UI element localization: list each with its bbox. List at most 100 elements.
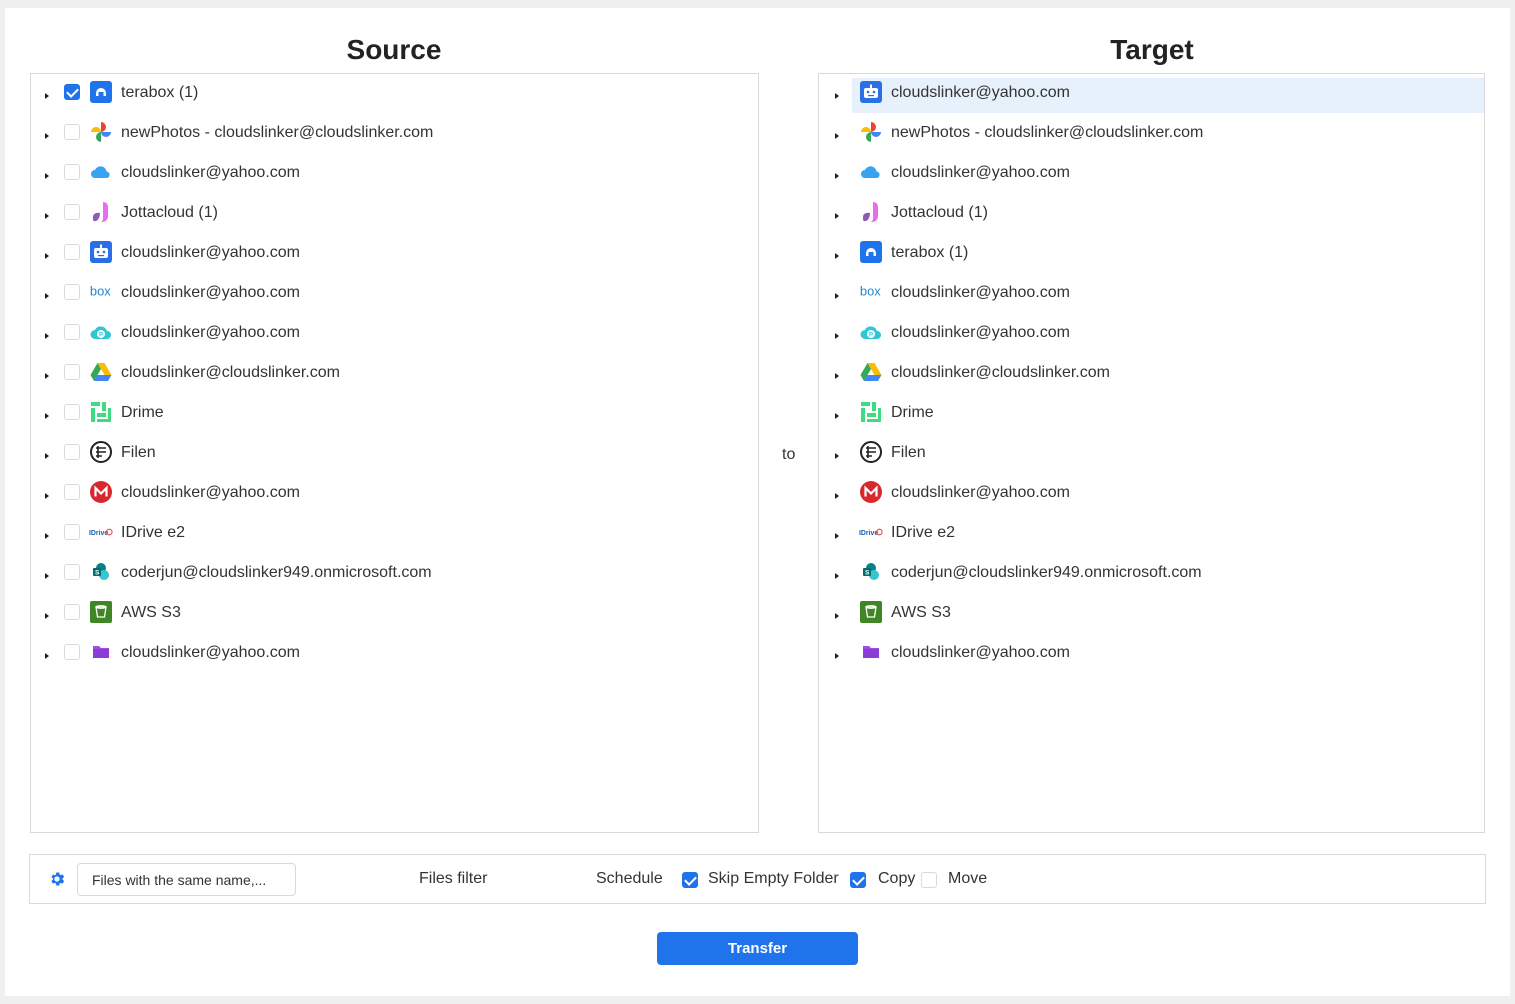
expand-caret-icon[interactable] (45, 173, 49, 179)
row-checkbox[interactable] (64, 164, 80, 180)
expand-caret-icon[interactable] (835, 133, 839, 139)
tree-row[interactable]: newPhotos - cloudslinker@cloudslinker.co… (819, 114, 1484, 152)
skip-empty-folder-checkbox[interactable] (682, 872, 698, 888)
transfer-button[interactable]: Transfer (657, 932, 858, 965)
row-label: cloudslinker@yahoo.com (891, 284, 1070, 301)
svg-text:P: P (869, 333, 873, 339)
expand-caret-icon[interactable] (45, 373, 49, 379)
row-checkbox[interactable] (64, 484, 80, 500)
expand-caret-icon[interactable] (45, 493, 49, 499)
tree-row[interactable]: box cloudslinker@yahoo.com (819, 274, 1484, 312)
to-label: to (782, 446, 796, 463)
row-label: cloudslinker@yahoo.com (121, 644, 300, 661)
google-drive-icon (859, 360, 883, 384)
expand-caret-icon[interactable] (45, 453, 49, 459)
tree-row[interactable]: Filen (819, 434, 1484, 472)
folder-icon (859, 640, 883, 664)
row-checkbox[interactable] (64, 524, 80, 540)
tree-row[interactable]: cloudslinker@yahoo.com (819, 634, 1484, 672)
expand-caret-icon[interactable] (45, 573, 49, 579)
tree-row[interactable]: cloudslinker@yahoo.com (31, 634, 758, 672)
tree-row[interactable]: cloudslinker@cloudslinker.com (31, 354, 758, 392)
expand-caret-icon[interactable] (835, 533, 839, 539)
tree-row[interactable]: IDrive IDrive e2 (819, 514, 1484, 552)
schedule-link[interactable]: Schedule (596, 870, 663, 888)
expand-caret-icon[interactable] (45, 293, 49, 299)
expand-caret-icon[interactable] (835, 333, 839, 339)
expand-caret-icon[interactable] (45, 133, 49, 139)
expand-caret-icon[interactable] (835, 213, 839, 219)
expand-caret-icon[interactable] (45, 413, 49, 419)
expand-caret-icon[interactable] (835, 253, 839, 259)
row-checkbox[interactable] (64, 444, 80, 460)
box-icon: box (859, 280, 883, 304)
tree-row[interactable]: Scoderjun@cloudslinker949.onmicrosoft.co… (31, 554, 758, 592)
row-checkbox[interactable] (64, 404, 80, 420)
idrive-icon: IDrive (89, 520, 113, 544)
target-tree: cloudslinker@yahoo.com newPhotos - clouds… (818, 73, 1485, 833)
files-filter-link[interactable]: Files filter (419, 870, 487, 888)
row-checkbox[interactable] (64, 84, 80, 100)
row-checkbox[interactable] (64, 204, 80, 220)
pcloud-icon: P (859, 320, 883, 344)
row-checkbox[interactable] (64, 604, 80, 620)
tree-row[interactable]: Jottacloud (1) (819, 194, 1484, 232)
expand-caret-icon[interactable] (835, 293, 839, 299)
google-drive-icon (89, 360, 113, 384)
expand-caret-icon[interactable] (45, 253, 49, 259)
tree-row[interactable]: box cloudslinker@yahoo.com (31, 274, 758, 312)
tree-row[interactable]: Drime (819, 394, 1484, 432)
expand-caret-icon[interactable] (835, 653, 839, 659)
tree-row[interactable]: Jottacloud (1) (31, 194, 758, 232)
tree-row[interactable]: terabox (1) (819, 234, 1484, 272)
tree-row[interactable]: IDrive IDrive e2 (31, 514, 758, 552)
tree-row[interactable]: cloudslinker@yahoo.com (819, 474, 1484, 512)
expand-caret-icon[interactable] (45, 533, 49, 539)
expand-caret-icon[interactable] (835, 613, 839, 619)
tree-row[interactable]: Pcloudslinker@yahoo.com (31, 314, 758, 352)
gear-icon[interactable] (48, 870, 66, 888)
copy-checkbox[interactable] (850, 872, 866, 888)
svg-text:box: box (860, 284, 881, 299)
row-checkbox[interactable] (64, 244, 80, 260)
row-checkbox[interactable] (64, 124, 80, 140)
expand-caret-icon[interactable] (835, 573, 839, 579)
tree-row[interactable]: Pcloudslinker@yahoo.com (819, 314, 1484, 352)
expand-caret-icon[interactable] (45, 333, 49, 339)
jottacloud-icon (89, 200, 113, 224)
tree-row[interactable]: AWS S3 (819, 594, 1484, 632)
row-checkbox[interactable] (64, 364, 80, 380)
sharepoint-icon: S (89, 560, 113, 584)
tree-row[interactable]: terabox (1) (31, 74, 758, 112)
expand-caret-icon[interactable] (45, 93, 49, 99)
expand-caret-icon[interactable] (835, 373, 839, 379)
row-label: Filen (891, 444, 926, 461)
tree-row[interactable]: AWS S3 (31, 594, 758, 632)
row-checkbox[interactable] (64, 284, 80, 300)
tree-row[interactable]: cloudslinker@yahoo.com (31, 474, 758, 512)
tree-row[interactable]: cloudslinker@yahoo.com (819, 74, 1484, 113)
icloud-icon (89, 160, 113, 184)
move-checkbox[interactable] (921, 872, 937, 888)
tree-row[interactable]: Drime (31, 394, 758, 432)
row-checkbox[interactable] (64, 324, 80, 340)
tree-row[interactable]: cloudslinker@cloudslinker.com (819, 354, 1484, 392)
tree-row[interactable]: Scoderjun@cloudslinker949.onmicrosoft.co… (819, 554, 1484, 592)
tree-row[interactable]: newPhotos - cloudslinker@cloudslinker.co… (31, 114, 758, 152)
row-checkbox[interactable] (64, 564, 80, 580)
expand-caret-icon[interactable] (835, 453, 839, 459)
expand-caret-icon[interactable] (835, 493, 839, 499)
tree-row[interactable]: cloudslinker@yahoo.com (31, 154, 758, 192)
tree-row[interactable]: Filen (31, 434, 758, 472)
google-photos-icon (89, 120, 113, 144)
row-checkbox[interactable] (64, 644, 80, 660)
expand-caret-icon[interactable] (835, 413, 839, 419)
expand-caret-icon[interactable] (835, 173, 839, 179)
tree-row[interactable]: cloudslinker@yahoo.com (819, 154, 1484, 192)
expand-caret-icon[interactable] (45, 213, 49, 219)
expand-caret-icon[interactable] (45, 613, 49, 619)
duplicate-handling-select[interactable]: Files with the same name,... (77, 863, 296, 896)
expand-caret-icon[interactable] (45, 653, 49, 659)
tree-row[interactable]: cloudslinker@yahoo.com (31, 234, 758, 272)
expand-caret-icon[interactable] (835, 93, 839, 99)
